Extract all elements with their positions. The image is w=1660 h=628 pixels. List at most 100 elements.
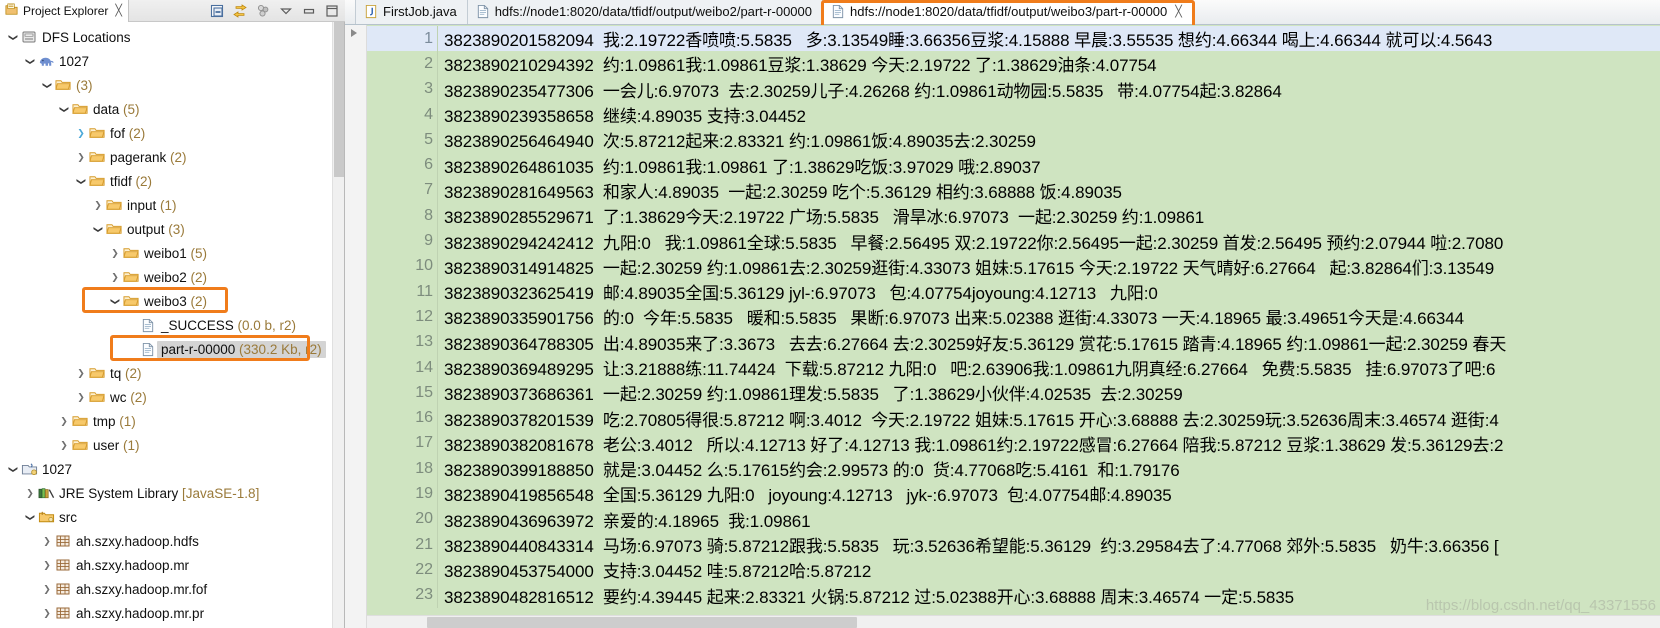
tree-item-src[interactable]: ❯ src	[0, 505, 333, 529]
tree-item-ah-szxy-hadoop-mr[interactable]: ❯ ah.szxy.hadoop.mr	[0, 553, 333, 577]
code-line[interactable]: 20 3823890436963972 亲爱的:4.18965 我:1.09861	[367, 506, 1660, 532]
close-icon[interactable]: ╳	[1175, 5, 1182, 18]
chevron-down-icon[interactable]: ❯	[26, 510, 36, 524]
code-line[interactable]: 6 3823890264861035 约:1.09861我:1.09861 了:1…	[367, 152, 1660, 178]
code-line[interactable]: 19 3823890419856548 全国:5.36129 九阳:0 joyou…	[367, 481, 1660, 507]
tree-item--success[interactable]: ❯ _SUCCESS (0.0 b, r2)	[0, 313, 333, 337]
maximize-icon[interactable]	[324, 3, 340, 19]
tree-item-data[interactable]: ❯ data (5)	[0, 97, 333, 121]
view-menu-icon[interactable]	[255, 3, 271, 19]
code-line-text: 3823890235477306 一会儿:6.97073 去:2.30259儿子…	[444, 81, 1282, 101]
explorer-scroll-thumb[interactable]	[334, 22, 344, 177]
tab-project-explorer[interactable]: Project Explorer ╳	[0, 0, 129, 22]
tree-item-wc[interactable]: ❯ wc (2)	[0, 385, 333, 409]
tree-item-weibo2[interactable]: ❯ weibo2 (2)	[0, 265, 333, 289]
chevron-right-icon[interactable]: ❯	[40, 560, 54, 570]
tree-item-pagerank[interactable]: ❯ pagerank (2)	[0, 145, 333, 169]
tree-item-tmp[interactable]: ❯ tmp (1)	[0, 409, 333, 433]
tree-item-jre-system-library[interactable]: ❯ JRE System Library [JavaSE-1.8]	[0, 481, 333, 505]
horizontal-scrollbar[interactable]	[367, 615, 1660, 628]
code-line[interactable]: 22 3823890453754000 支持:3.04452 哇:5.87212哈…	[367, 557, 1660, 583]
code-line[interactable]: 18 3823890399188850 就是:3.04452 么:5.17615约…	[367, 456, 1660, 482]
tree-item-label: pagerank (2)	[110, 149, 187, 165]
chevron-right-icon[interactable]: ❯	[74, 392, 88, 402]
code-line[interactable]: 7 3823890281649563 和家人:4.89035 一起:2.30259…	[367, 177, 1660, 204]
editor-tab-2[interactable]: hdfs://node1:8020/data/tfidf/output/weib…	[467, 0, 823, 24]
link-with-editor-icon[interactable]	[232, 3, 248, 19]
chevron-right-icon[interactable]: ❯	[23, 488, 37, 498]
tree-item-fof[interactable]: ❯ fof (2)	[0, 121, 333, 145]
code-line[interactable]: 10 3823890314914825 一起:2.30259 约:1.09861去…	[367, 253, 1660, 279]
tree-item-tfidf[interactable]: ❯ tfidf (2)	[0, 169, 333, 193]
chevron-right-icon[interactable]: ❯	[74, 128, 88, 138]
tree-item-ah-szxy-hadoop-mr-pr[interactable]: ❯ ah.szxy.hadoop.mr.pr	[0, 601, 333, 625]
code-line[interactable]: 16 3823890378201539 吃:2.70805得很:5.87212 啊…	[367, 405, 1660, 431]
tree-item-ah-szxy-hadoop-hdfs[interactable]: ❯ ah.szxy.hadoop.hdfs	[0, 529, 333, 553]
code-line[interactable]: 3 3823890235477306 一会儿:6.97073 去:2.30259儿…	[367, 76, 1660, 102]
code-line[interactable]: 15 3823890373686361 一起:2.30259 约:1.09861理…	[367, 380, 1660, 406]
code-line[interactable]: 14 3823890369489295 让:3.21888练:11.74424 下…	[367, 354, 1660, 381]
chevron-down-icon[interactable]	[278, 3, 294, 19]
code-line[interactable]: 5 3823890256464940 次:5.87212起来:2.83321 约:…	[367, 127, 1660, 153]
horizontal-scroll-thumb[interactable]	[427, 617, 857, 628]
chevron-down-icon[interactable]: ❯	[9, 30, 19, 44]
chevron-right-icon[interactable]: ❯	[40, 536, 54, 546]
tree-item-input[interactable]: ❯ input (1)	[0, 193, 333, 217]
code-line[interactable]: 4 3823890239358658 继续:4.89035 支持:3.04452	[367, 101, 1660, 128]
code-line-text: 3823890335901756 的:0 今年:5.5835 暖和:5.5835…	[444, 309, 1464, 329]
caret-marker-icon	[351, 29, 357, 37]
collapse-all-icon[interactable]	[209, 3, 225, 19]
code-line[interactable]: 1 3823890201582094 我:2.19722香喷喷:5.5835 多:…	[367, 26, 1660, 52]
tree-item-label: user (1)	[93, 437, 140, 453]
chevron-down-icon[interactable]: ❯	[111, 294, 121, 308]
code-line[interactable]: 23 3823890482816512 要约:4.39445 起来:2.83321…	[367, 582, 1660, 608]
tree-item-dfs-locations[interactable]: ❯ DFS Locations	[0, 25, 333, 49]
chevron-right-icon[interactable]: ❯	[108, 272, 122, 282]
minimize-icon[interactable]	[301, 3, 317, 19]
code-line[interactable]: 9 3823890294242412 九阳:0 我:1.09861全球:5.583…	[367, 228, 1660, 254]
close-icon[interactable]: ╳	[115, 4, 122, 17]
code-line-text: 3823890314914825 一起:2.30259 约:1.09861去:2…	[444, 258, 1495, 278]
chevron-down-icon[interactable]: ❯	[9, 462, 19, 476]
code-line[interactable]: 2 3823890210294392 约:1.09861我:1.09861豆浆:1…	[367, 51, 1660, 77]
code-line[interactable]: 13 3823890364788305 出:4.89035来了:3.3673 去去…	[367, 329, 1660, 355]
line-number: 5	[424, 130, 433, 148]
code-line-text: 3823890210294392 约:1.09861我:1.09861豆浆:1.…	[444, 56, 1157, 76]
chevron-right-icon[interactable]: ❯	[57, 416, 71, 426]
editor-left-ruler[interactable]	[345, 25, 367, 628]
tree-item-weibo3[interactable]: ❯ weibo3 (2)	[0, 289, 333, 313]
chevron-right-icon[interactable]: ❯	[57, 440, 71, 450]
chevron-right-icon[interactable]: ❯	[74, 152, 88, 162]
editor-tab-3[interactable]: hdfs://node1:8020/data/tfidf/output/weib…	[822, 0, 1193, 24]
tree-item-root[interactable]: ❯ (3)	[0, 73, 333, 97]
chevron-right-icon[interactable]: ❯	[40, 584, 54, 594]
explorer-vertical-scrollbar[interactable]	[332, 22, 344, 628]
chevron-right-icon[interactable]: ❯	[74, 368, 88, 378]
tree-item-weibo1[interactable]: ❯ weibo1 (5)	[0, 241, 333, 265]
code-line[interactable]: 8 3823890285529671 了:1.38629今天:2.19722 广场…	[367, 203, 1660, 229]
chevron-down-icon[interactable]: ❯	[26, 54, 36, 68]
chevron-down-icon[interactable]: ❯	[60, 102, 70, 116]
folder-icon	[122, 294, 140, 308]
editor-tab-1[interactable]: FirstJob.java	[355, 0, 468, 24]
chevron-down-icon[interactable]: ❯	[43, 78, 53, 92]
tree-item-1027[interactable]: ❯ 1027	[0, 457, 333, 481]
code-line[interactable]: 21 3823890440843314 马场:6.97073 骑:5.87212跟…	[367, 531, 1660, 558]
chevron-down-icon[interactable]: ❯	[94, 222, 104, 236]
code-line[interactable]: 11 3823890323625419 邮:4.89035全国:5.36129 j…	[367, 278, 1660, 305]
folder-icon	[105, 198, 123, 212]
tree-item-tq[interactable]: ❯ tq (2)	[0, 361, 333, 385]
tree-item-part-r-00000[interactable]: ❯ part-r-00000 (330.2 Kb, r2)	[0, 337, 333, 361]
tree-item-user[interactable]: ❯ user (1)	[0, 433, 333, 457]
chevron-right-icon[interactable]: ❯	[91, 200, 105, 210]
chevron-down-icon[interactable]: ❯	[77, 174, 87, 188]
chevron-right-icon[interactable]: ❯	[108, 248, 122, 258]
project-tree[interactable]: ❯ DFS Locations ❯ 1027 ❯ (3) ❯ data (5) ❯ fof (2…	[0, 22, 333, 628]
code-line[interactable]: 17 3823890382081678 老公:3.4012 所以:4.12713 …	[367, 430, 1660, 457]
tree-item-ah-szxy-hadoop-mr-fof[interactable]: ❯ ah.szxy.hadoop.mr.fof	[0, 577, 333, 601]
chevron-right-icon[interactable]: ❯	[40, 608, 54, 618]
tree-item-1027[interactable]: ❯ 1027	[0, 49, 333, 73]
code-scroll-region[interactable]: 1 3823890201582094 我:2.19722香喷喷:5.5835 多:…	[367, 25, 1660, 628]
tree-item-output[interactable]: ❯ output (3)	[0, 217, 333, 241]
code-line[interactable]: 12 3823890335901756 的:0 今年:5.5835 暖和:5.58…	[367, 304, 1660, 330]
